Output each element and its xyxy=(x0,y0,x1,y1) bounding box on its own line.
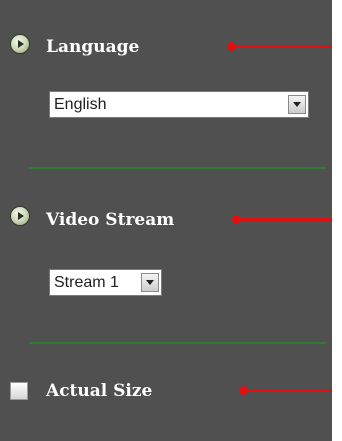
language-select[interactable]: English xyxy=(49,91,309,118)
video-stream-select-value: Stream 1 xyxy=(54,274,119,291)
actual-size-checkbox[interactable] xyxy=(10,382,28,400)
pointer-arrow-line xyxy=(232,45,332,48)
expand-arrow-icon[interactable] xyxy=(10,34,30,54)
expand-arrow-icon[interactable] xyxy=(10,206,30,226)
video-stream-select[interactable]: Stream 1 xyxy=(49,269,162,296)
settings-panel: Language English Video Stream Stream 1 A… xyxy=(0,0,332,441)
actual-size-title: Actual Size xyxy=(46,381,153,401)
language-select-value: English xyxy=(54,96,107,113)
pointer-arrow-line xyxy=(237,218,332,221)
section-divider xyxy=(29,342,326,344)
section-divider xyxy=(29,167,326,169)
chevron-down-icon xyxy=(146,280,154,285)
language-title: Language xyxy=(46,37,140,57)
video-stream-select-button[interactable] xyxy=(141,273,159,292)
chevron-down-icon xyxy=(293,102,301,107)
language-select-button[interactable] xyxy=(288,95,306,114)
video-stream-title: Video Stream xyxy=(46,210,175,230)
pointer-arrow-line xyxy=(244,389,332,392)
